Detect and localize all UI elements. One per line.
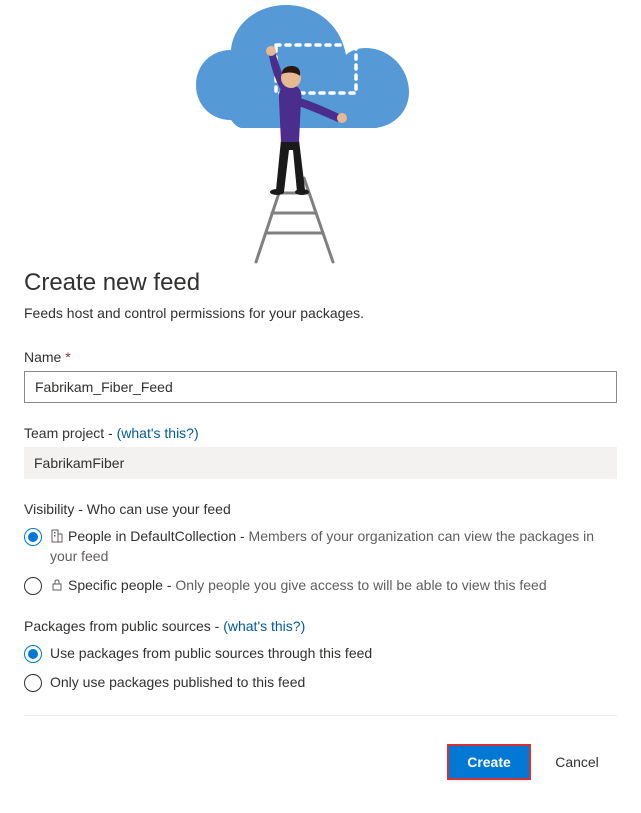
upstream-help-link[interactable]: (what's this?) bbox=[223, 618, 305, 634]
project-help-link[interactable]: (what's this?) bbox=[117, 425, 199, 441]
visibility-section: Visibility - Who can use your feed Peopl… bbox=[24, 501, 617, 596]
name-input[interactable] bbox=[24, 371, 617, 403]
project-field-group: Team project - (what's this?) FabrikamFi… bbox=[24, 425, 617, 479]
visibility-option-collection[interactable]: People in DefaultCollection - Members of… bbox=[24, 527, 617, 566]
project-label: Team project - (what's this?) bbox=[24, 425, 617, 441]
project-value: FabrikamFiber bbox=[24, 447, 617, 479]
page-title: Create new feed bbox=[24, 269, 617, 297]
upstream-label: Packages from public sources - (what's t… bbox=[24, 618, 617, 634]
divider bbox=[24, 715, 617, 716]
page-subtitle: Feeds host and control permissions for y… bbox=[24, 305, 617, 321]
cloud-shape bbox=[196, 5, 409, 128]
ladder bbox=[256, 178, 333, 262]
upstream-section: Packages from public sources - (what's t… bbox=[24, 618, 617, 693]
create-button[interactable]: Create bbox=[449, 746, 529, 778]
radio-icon[interactable] bbox=[24, 528, 42, 546]
person-legs bbox=[276, 140, 305, 192]
lock-icon bbox=[50, 578, 64, 592]
visibility-option-specific[interactable]: Specific people - Only people you give a… bbox=[24, 576, 617, 596]
name-label: Name * bbox=[24, 349, 617, 365]
radio-icon[interactable] bbox=[24, 674, 42, 692]
cancel-button[interactable]: Cancel bbox=[537, 746, 617, 778]
button-row: Create Cancel bbox=[24, 746, 617, 778]
visibility-label: Visibility - Who can use your feed bbox=[24, 501, 617, 517]
upstream-option-public[interactable]: Use packages from public sources through… bbox=[24, 644, 617, 664]
radio-icon[interactable] bbox=[24, 645, 42, 663]
upstream-option-private[interactable]: Only use packages published to this feed bbox=[24, 673, 617, 693]
name-field-group: Name * bbox=[24, 349, 617, 403]
organization-icon bbox=[50, 529, 64, 543]
hero-illustration bbox=[24, 0, 617, 265]
radio-icon[interactable] bbox=[24, 577, 42, 595]
person-torso bbox=[279, 85, 302, 142]
required-asterisk: * bbox=[65, 349, 70, 365]
cloud-person-illustration bbox=[171, 0, 471, 265]
